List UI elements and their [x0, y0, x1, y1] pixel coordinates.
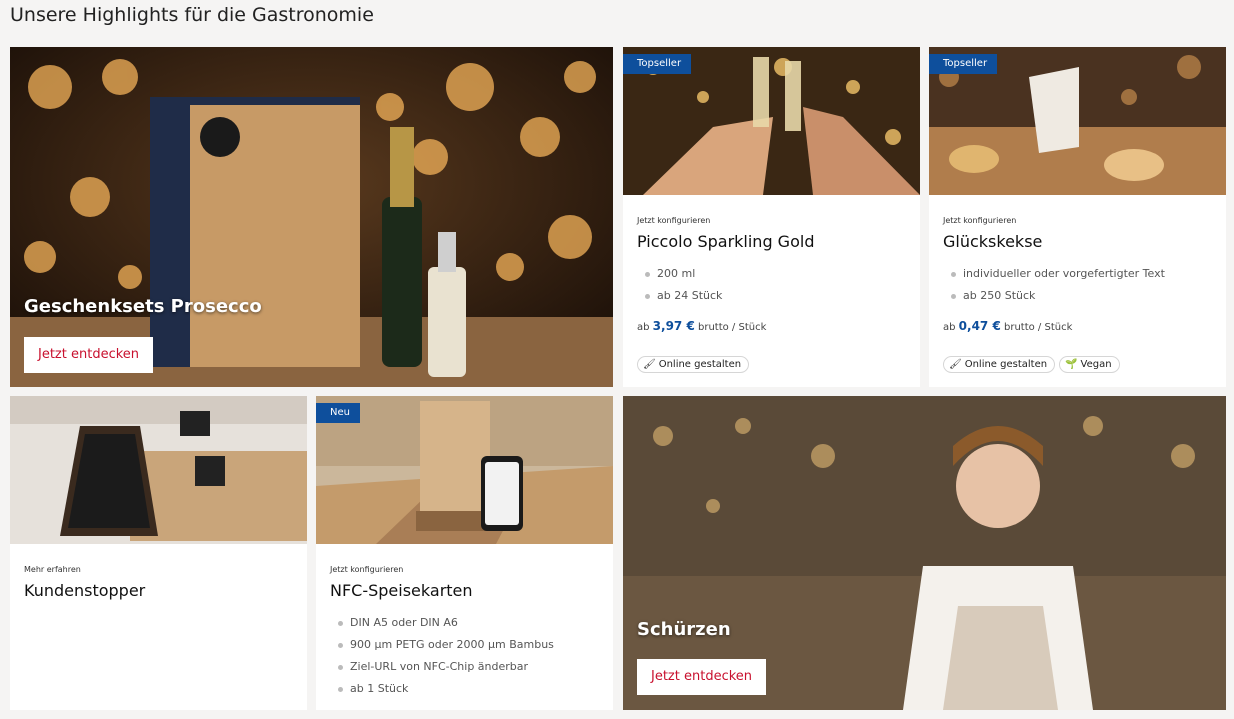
piccolo-product-image: Topseller: [623, 47, 920, 195]
piccolo-product-card[interactable]: Topseller Jetzt konfigurieren Piccolo Sp…: [623, 47, 920, 387]
feature-item: Ziel-URL von NFC-Chip änderbar: [330, 656, 599, 678]
nfc-menu-image: Neu: [316, 396, 613, 544]
prosecco-discover-button[interactable]: Jetzt entdecken: [24, 337, 154, 373]
prosecco-hero-tile[interactable]: Geschenksets Prosecco Jetzt entdecken: [10, 47, 613, 387]
feature-item: ab 1 Stück: [330, 678, 599, 700]
online-design-chip: 🖌 Online gestalten: [637, 356, 750, 373]
feature-item: 200 ml: [637, 263, 906, 285]
brush-icon: 🖌: [643, 359, 656, 370]
new-badge: Neu: [316, 403, 360, 423]
page-title: Unsere Highlights für die Gastronomie: [10, 4, 374, 26]
card-title: NFC-Speisekarten: [330, 581, 473, 600]
card-kicker: Mehr erfahren: [24, 565, 81, 574]
card-title: Piccolo Sparkling Gold: [637, 232, 815, 251]
feature-list: individueller oder vorgefertigter Text a…: [943, 263, 1212, 307]
price-value: 0,47 €: [958, 319, 1001, 333]
feature-list: 200 ml ab 24 Stück: [637, 263, 906, 307]
kekse-product-card[interactable]: Topseller Jetzt konfigurieren Glückskeks…: [929, 47, 1226, 387]
topseller-badge: Topseller: [623, 54, 692, 74]
leaf-icon: 🌱: [1065, 359, 1078, 370]
brush-icon: 🖌: [949, 359, 962, 370]
feature-item: 900 µm PETG oder 2000 µm Bambus: [330, 634, 599, 656]
feature-list: DIN A5 oder DIN A6 900 µm PETG oder 2000…: [330, 612, 599, 700]
feature-item: ab 24 Stück: [637, 285, 906, 307]
card-title: Kundenstopper: [24, 581, 146, 600]
schuerzen-discover-button[interactable]: Jetzt entdecken: [637, 659, 767, 695]
kekse-product-image: Topseller: [929, 47, 1226, 195]
prosecco-gift-set-image: [10, 47, 613, 387]
online-design-chip: 🖌 Online gestalten: [943, 356, 1056, 373]
topseller-badge: Topseller: [929, 54, 998, 74]
price-line: ab 3,97 € brutto / Stück: [637, 319, 767, 333]
feature-item: ab 250 Stück: [943, 285, 1212, 307]
price-line: ab 0,47 € brutto / Stück: [943, 319, 1073, 333]
schuerzen-hero-title: Schürzen: [637, 619, 731, 640]
feature-item: DIN A5 oder DIN A6: [330, 612, 599, 634]
schuerzen-hero-tile[interactable]: Schürzen Jetzt entdecken: [623, 396, 1226, 710]
prosecco-hero-title: Geschenksets Prosecco: [24, 296, 262, 317]
card-kicker: Jetzt konfigurieren: [330, 565, 404, 574]
nfc-menu-card[interactable]: Neu Jetzt konfigurieren NFC-Speisekarten…: [316, 396, 613, 710]
price-value: 3,97 €: [652, 319, 695, 333]
kundenstopper-card[interactable]: Mehr erfahren Kundenstopper: [10, 396, 307, 710]
kundenstopper-image: [10, 396, 307, 544]
feature-item: individueller oder vorgefertigter Text: [943, 263, 1212, 285]
card-kicker: Jetzt konfigurieren: [637, 216, 711, 225]
card-kicker: Jetzt konfigurieren: [943, 216, 1017, 225]
card-title: Glückskekse: [943, 232, 1043, 251]
vegan-chip: 🌱 Vegan: [1059, 356, 1120, 373]
